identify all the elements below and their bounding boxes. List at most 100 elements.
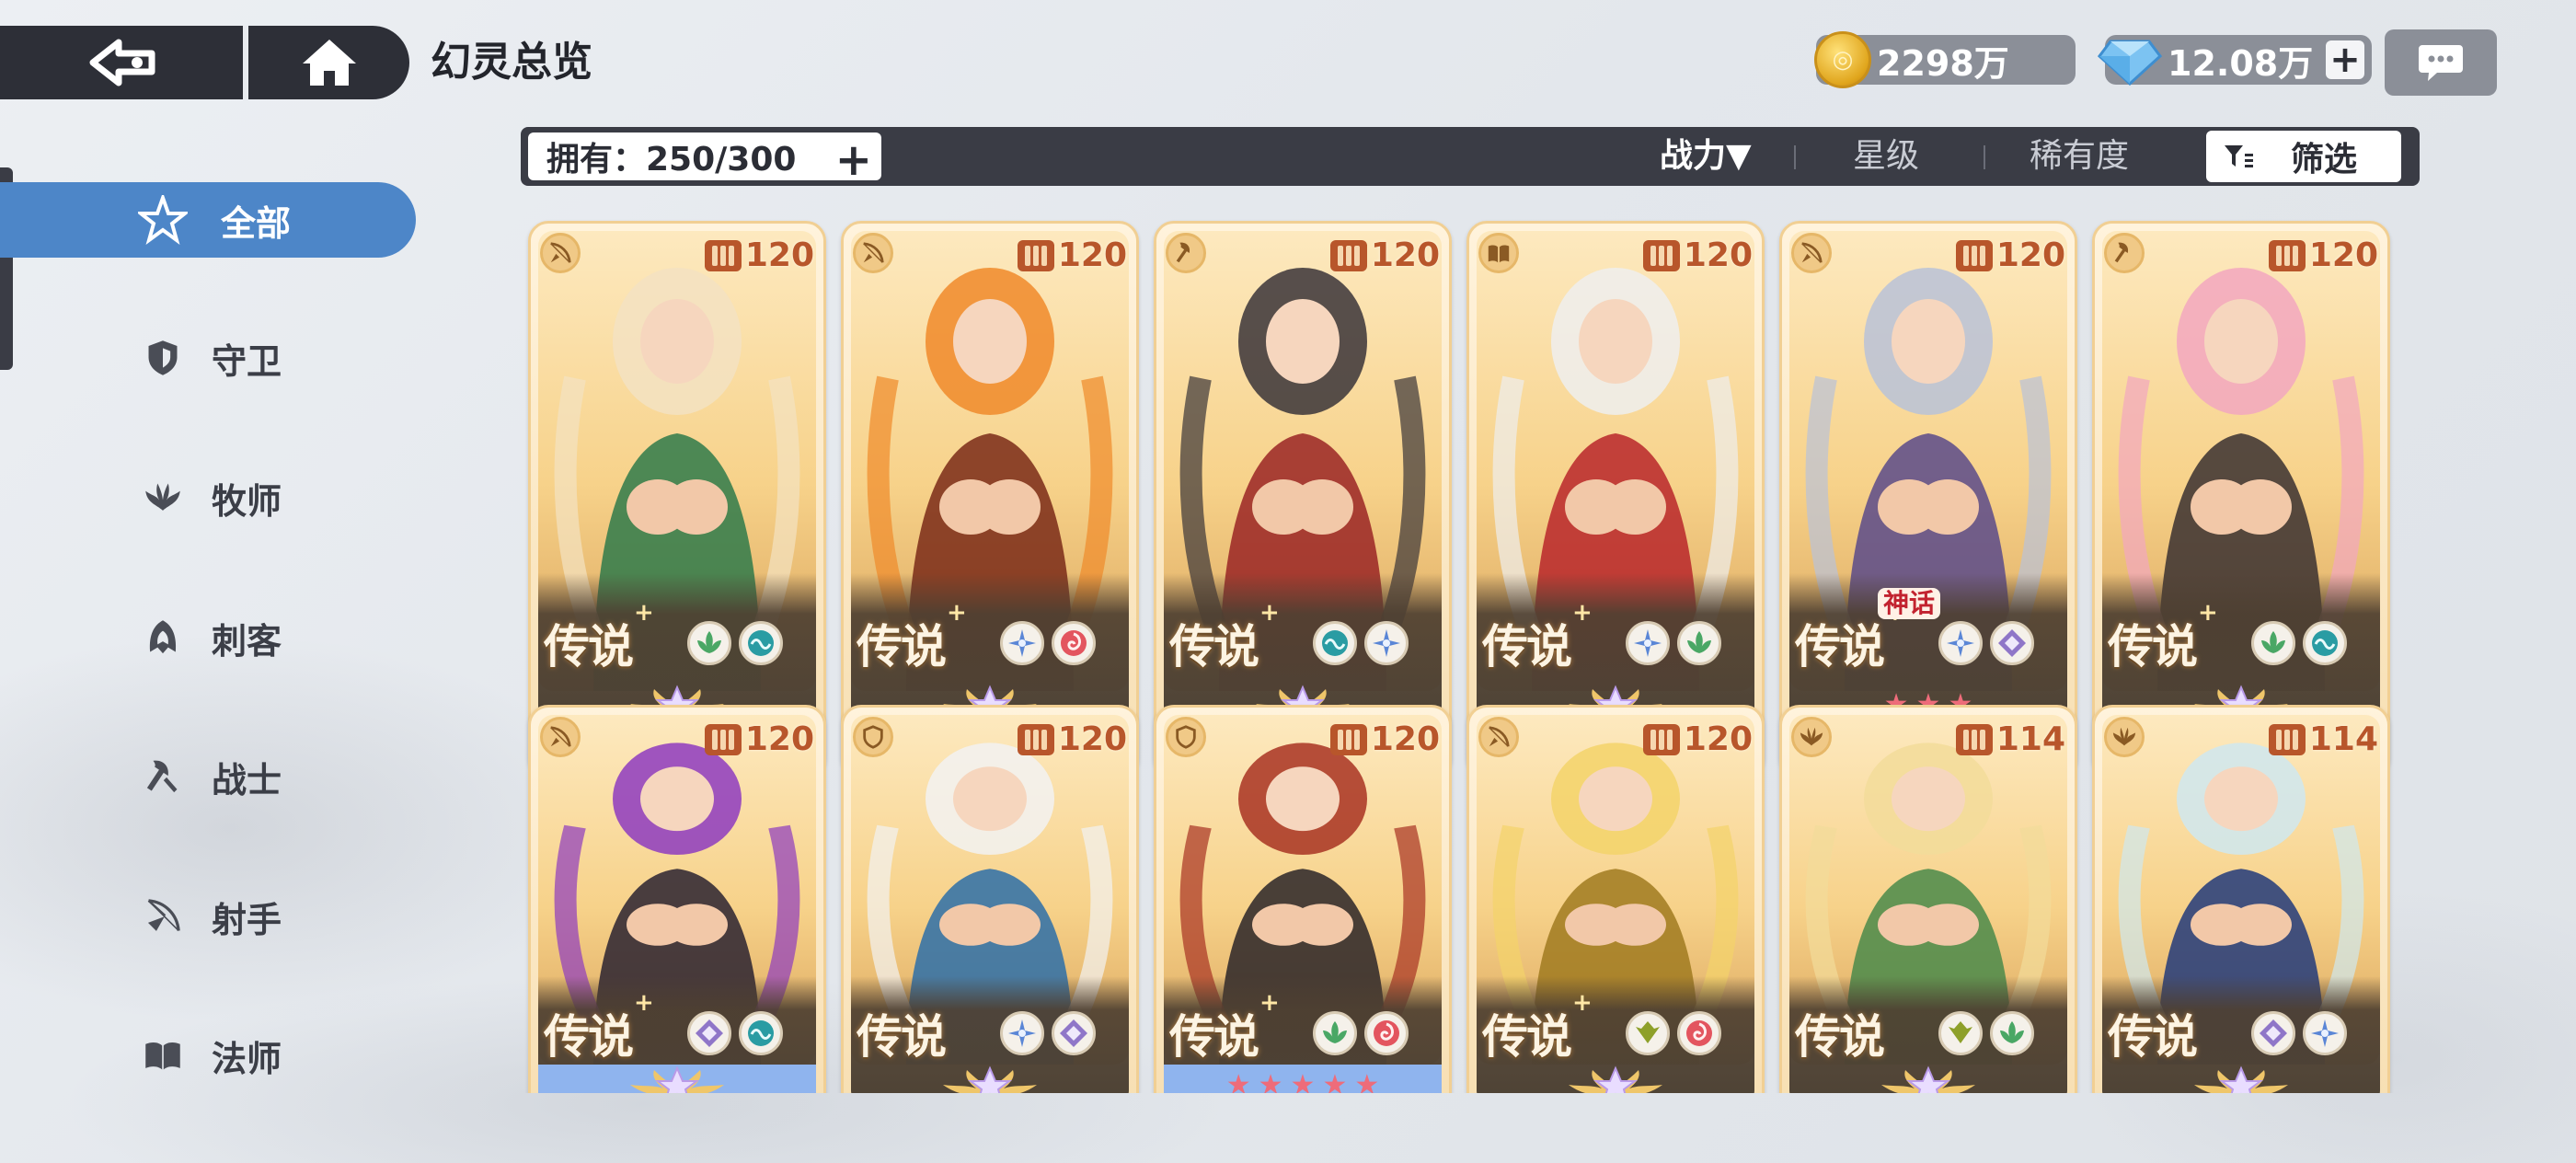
- sort-by-rarity[interactable]: 稀有度: [2030, 127, 2129, 186]
- hero-card[interactable]: 120传说+⚔1851790: [841, 221, 1139, 777]
- shield-class-icon: [1166, 717, 1206, 757]
- sort-by-power[interactable]: 战力▼: [1660, 127, 1752, 186]
- hero-card-list[interactable]: 120传说+⚔1882971120传说+⚔1851790120传说+⚔17586…: [515, 208, 2447, 1093]
- rarity-label: 传说: [544, 620, 634, 674]
- gem-currency[interactable]: 12.08万 +: [2098, 35, 2372, 86]
- light-element-icon: [1000, 1011, 1044, 1055]
- nature-element-icon: [1990, 1011, 2034, 1055]
- level-value: 120: [1057, 720, 1127, 758]
- level-bars-icon: [1642, 239, 1680, 271]
- fire-element-icon: [1052, 621, 1096, 665]
- rarity-label: 传说: [1482, 620, 1572, 674]
- back-button[interactable]: [0, 26, 241, 99]
- sidebar-item-3[interactable]: 刺客: [0, 600, 416, 675]
- hero-card[interactable]: 120传说+⚔1655985: [2092, 221, 2390, 777]
- level-bars-icon: [1955, 239, 1993, 271]
- level-value: 120: [1370, 236, 1440, 274]
- level-indicator: 120: [1642, 720, 1753, 758]
- rarity-label: 传说: [857, 1010, 947, 1064]
- earth-element-icon: [1626, 1011, 1670, 1055]
- chat-button[interactable]: [2385, 29, 2497, 96]
- level-value: 120: [744, 720, 814, 758]
- rarity-label: 传说: [1795, 1010, 1885, 1064]
- expand-capacity-button[interactable]: +: [835, 134, 872, 186]
- sort-divider: [1984, 145, 1985, 169]
- sidebar-item-6[interactable]: 法师: [0, 1018, 416, 1093]
- light-element-icon: [2303, 1011, 2347, 1055]
- page-title: 幻灵总览: [431, 39, 592, 86]
- hero-card[interactable]: 120传说+⚔1882971: [528, 221, 826, 777]
- hero-card[interactable]: 120 传说 +: [528, 705, 826, 1093]
- sidebar-item-label: 射手: [212, 899, 282, 940]
- dark-element-icon: [1990, 621, 2034, 665]
- star-icon: ★: [1258, 1068, 1283, 1094]
- sidebar-item-label: 法师: [212, 1038, 282, 1079]
- filter-button[interactable]: 筛选: [2206, 131, 2401, 182]
- level-bars-icon: [2268, 723, 2306, 755]
- owned-count-box[interactable]: 拥有：250/300 +: [528, 132, 881, 186]
- level-bars-icon: [704, 239, 742, 271]
- wing-icon: [138, 473, 188, 523]
- rarity-label: 传说: [1169, 620, 1259, 674]
- rarity-plus-mark: +: [947, 599, 967, 627]
- book-class-icon: [1478, 233, 1519, 273]
- rarity-label: 传说: [1795, 620, 1885, 674]
- level-indicator: 120: [1642, 236, 1753, 274]
- star-icon: ★: [1354, 1068, 1380, 1094]
- hero-card[interactable]: 120 传说: [841, 705, 1139, 1093]
- hero-card[interactable]: 120传说+⚔1758672: [1154, 221, 1452, 777]
- light-element-icon: [1000, 621, 1044, 665]
- rarity-plus-mark: +: [634, 599, 654, 627]
- sort-divider: [1794, 145, 1796, 169]
- fire-element-icon: [1677, 1011, 1721, 1055]
- hero-card[interactable]: 120传说+神话★★★⚔1706814: [1779, 221, 2077, 777]
- hero-card[interactable]: 120 传说 +: [1466, 705, 1765, 1093]
- rarity-plus-mark: +: [1572, 989, 1593, 1017]
- nature-element-icon: [687, 621, 731, 665]
- fire-element-icon: [1364, 1011, 1409, 1055]
- level-indicator: 120: [2268, 236, 2378, 274]
- sidebar-item-0[interactable]: 全部: [0, 182, 416, 258]
- sidebar-item-5[interactable]: 射手: [0, 879, 416, 954]
- rarity-plus-mark: +: [634, 989, 654, 1017]
- home-button[interactable]: [250, 26, 408, 99]
- axe-class-icon: [2104, 233, 2145, 273]
- wing-star-icon: [2194, 1065, 2288, 1093]
- rarity-plus-mark: +: [2198, 599, 2218, 627]
- level-bars-icon: [2268, 239, 2306, 271]
- bow-class-icon: [1478, 717, 1519, 757]
- rarity-label: 传说: [2108, 620, 2198, 674]
- sidebar-item-4[interactable]: 战士: [0, 739, 416, 814]
- wing-class-icon: [2104, 717, 2145, 757]
- nav-divider: [243, 26, 248, 99]
- bow-class-icon: [1791, 233, 1832, 273]
- water-element-icon: [2303, 621, 2347, 665]
- level-value: 120: [1683, 720, 1753, 758]
- owned-count: 拥有：250/300: [546, 141, 797, 178]
- level-value: 120: [1683, 236, 1753, 274]
- sidebar-item-1[interactable]: 守卫: [0, 320, 416, 396]
- nature-element-icon: [2251, 621, 2295, 665]
- wing-star-icon: [1881, 1065, 1975, 1093]
- star-icon: ★: [1322, 1068, 1348, 1094]
- sidebar-item-2[interactable]: 牧师: [0, 460, 416, 535]
- add-gems-button[interactable]: +: [2326, 40, 2364, 79]
- sidebar-item-label: 全部: [221, 202, 292, 244]
- hero-card[interactable]: 120 传说 + ★ ★ ★ ★ ★: [1154, 705, 1452, 1093]
- hero-card[interactable]: 114 传说: [1779, 705, 2077, 1093]
- star-tier: ★ ★ ★ ★ ★: [1164, 1065, 1442, 1093]
- star-tier: [2102, 1065, 2380, 1093]
- level-indicator: 120: [1955, 236, 2065, 274]
- hero-card[interactable]: 120传说+⚔1738553: [1466, 221, 1765, 777]
- level-value: 120: [2308, 236, 2378, 274]
- gold-coin-icon: ◎: [1814, 31, 1871, 88]
- rarity-plus-mark: +: [1259, 989, 1280, 1017]
- hero-card[interactable]: 114 传说: [2092, 705, 2390, 1093]
- gold-currency[interactable]: ◎ 2298万: [1814, 31, 2076, 88]
- level-indicator: 120: [1017, 236, 1127, 274]
- rarity-label: 传说: [544, 1010, 634, 1064]
- sort-by-star[interactable]: 星级: [1853, 127, 1919, 186]
- sidebar-item-label: 战士: [212, 759, 282, 800]
- home-icon: [303, 40, 356, 86]
- nature-element-icon: [1313, 1011, 1357, 1055]
